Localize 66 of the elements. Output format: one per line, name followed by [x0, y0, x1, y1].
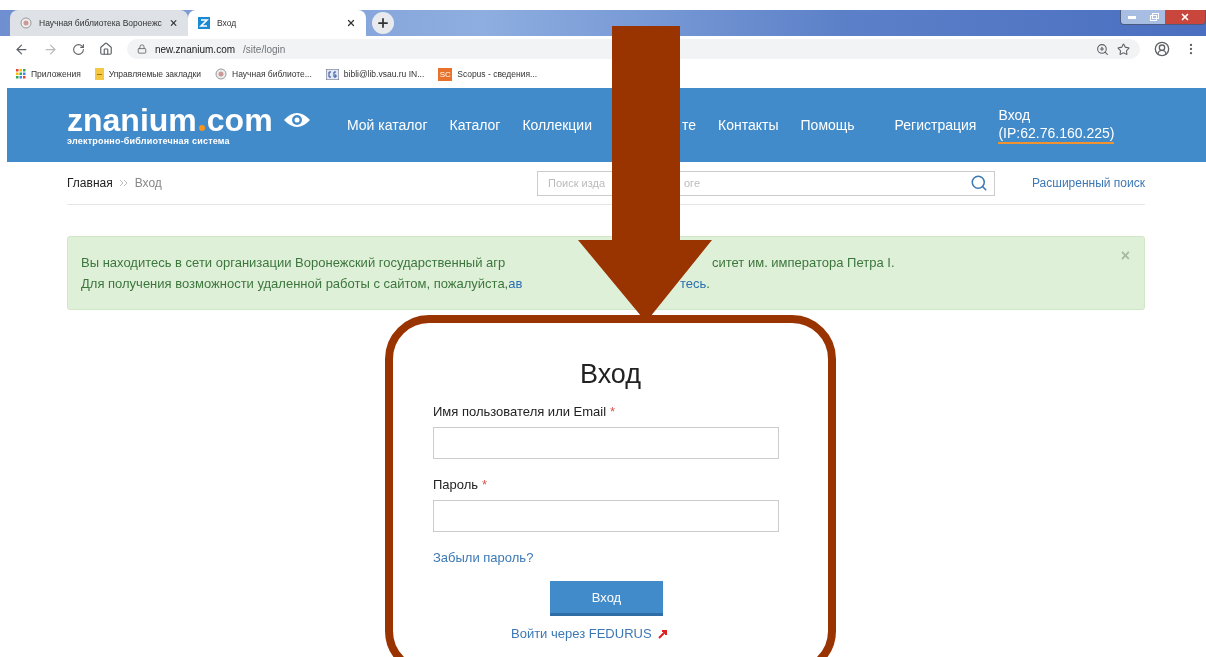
- library-emblem-icon: [215, 68, 227, 80]
- minimize-icon: [1128, 15, 1136, 19]
- nav-link[interactable]: Коллекции: [522, 117, 592, 133]
- bookmark-link[interactable]: Управляемые закладки: [94, 68, 201, 80]
- username-field[interactable]: [433, 427, 779, 459]
- nav-link[interactable]: Каталог: [449, 117, 501, 133]
- address-bar[interactable]: new.znanium.com /site/login: [127, 39, 1140, 59]
- alert-text: Вы находитесь в сети организации Воронежский государственный агр: [81, 255, 507, 270]
- login-link[interactable]: Вход (IP:62.76.160.225): [998, 106, 1115, 144]
- url-host: new.znanium.com: [155, 43, 236, 55]
- back-icon[interactable]: [14, 41, 29, 57]
- close-icon: [1180, 12, 1190, 22]
- cg-logo-icon: [325, 68, 339, 80]
- placeholder-text: оге: [684, 177, 700, 189]
- library-emblem-icon: [20, 17, 32, 29]
- star-icon[interactable]: [1117, 42, 1130, 56]
- plus-icon: [376, 16, 390, 30]
- alert-text: Для получения возможности удаленной работы с сайтом, пожалуйста,: [81, 276, 509, 291]
- restore-icon: [1149, 13, 1159, 21]
- breadcrumb-link[interactable]: Главная: [67, 176, 113, 190]
- fedurus-link[interactable]: Войти через FEDURUS: [511, 626, 668, 641]
- field-label: Пароль *: [433, 477, 489, 492]
- eye-icon: [282, 111, 311, 129]
- double-chevron-icon: [118, 179, 129, 187]
- scopus-logo-icon: SC: [438, 67, 453, 81]
- reload-icon[interactable]: [72, 42, 85, 56]
- nav-link[interactable]: Контакты: [718, 117, 779, 133]
- login-button[interactable]: Вход: [550, 581, 663, 616]
- nav-link[interactable]: Помощь: [800, 117, 855, 133]
- lock-icon: [137, 44, 147, 54]
- arrow-icon: [657, 628, 668, 639]
- advanced-search-link[interactable]: Расширенный поиск: [1023, 176, 1145, 190]
- logo-subtitle: электронно-библиотечная система: [67, 136, 231, 146]
- search-icon[interactable]: [970, 174, 988, 192]
- profile-icon[interactable]: [1154, 41, 1170, 57]
- password-field[interactable]: [433, 500, 779, 532]
- login-title: Вход: [579, 359, 642, 390]
- browser-tab[interactable]: Вход: [188, 10, 366, 36]
- home-icon[interactable]: [99, 42, 113, 56]
- close-icon[interactable]: [168, 18, 178, 28]
- nav-link[interactable]: те: [682, 117, 697, 133]
- register-link[interactable]: Регистрация: [894, 117, 977, 133]
- bookmark-link[interactable]: Научная библиоте...: [215, 68, 312, 80]
- close-window-button[interactable]: [1165, 10, 1205, 24]
- breadcrumb-current: Вход: [134, 176, 162, 190]
- z-logo-icon: [198, 17, 210, 29]
- bookmark-link[interactable]: bibli@lib.vsau.ru IN...: [325, 68, 425, 80]
- logo-dot-icon: [198, 125, 205, 131]
- bookmark-folder-icon: [94, 68, 104, 80]
- zoom-icon[interactable]: [1096, 42, 1109, 56]
- search-field[interactable]: Поиск изда: [548, 177, 612, 189]
- apps-grid-icon: [16, 69, 26, 79]
- url-path: /site/login: [243, 43, 287, 55]
- field-label: Имя пользователя или Email *: [433, 404, 617, 419]
- alert-text: .: [706, 276, 710, 291]
- browser-tab[interactable]: Научная библиотека Воронежс: [10, 10, 188, 36]
- close-icon[interactable]: [346, 18, 356, 28]
- bookmark-link[interactable]: SC Scopus - сведения...: [438, 67, 538, 81]
- forgot-password-link[interactable]: Забыли пароль?: [433, 550, 534, 565]
- logo-text: com: [206, 104, 273, 136]
- logo-text: znanium: [67, 104, 197, 136]
- nav-link[interactable]: Мой каталог: [347, 117, 428, 133]
- alert-text: ситет им. императора Петра I.: [712, 255, 895, 270]
- alert-link[interactable]: ав: [508, 276, 523, 291]
- new-tab-button[interactable]: [372, 12, 394, 34]
- bookmark-link[interactable]: Приложения: [16, 69, 81, 79]
